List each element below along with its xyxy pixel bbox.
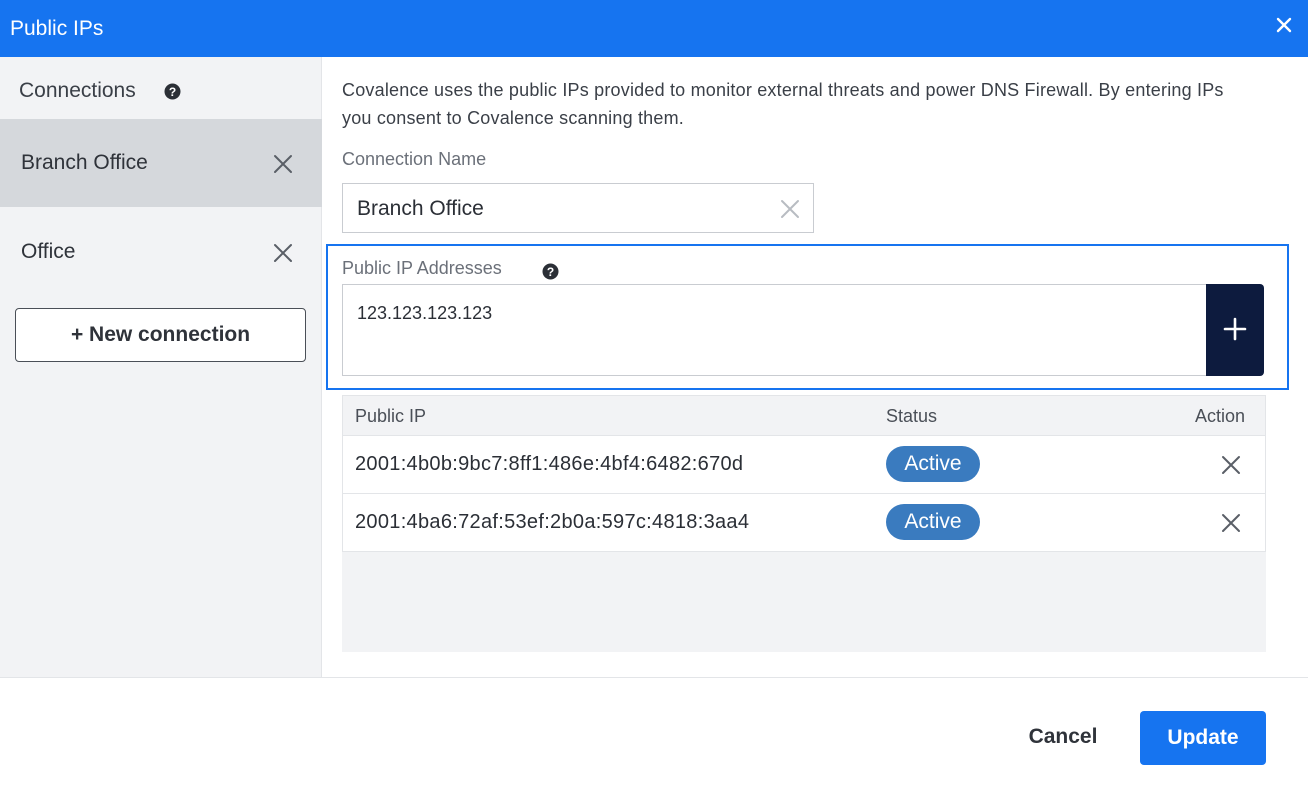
sidebar-item-label: Office — [21, 240, 76, 263]
sidebar-item-branch-office[interactable]: Branch Office — [0, 119, 322, 207]
clear-icon[interactable] — [779, 198, 801, 220]
help-circle-icon[interactable]: ? — [542, 263, 559, 280]
public-ip-label: Public IP Addresses — [342, 258, 502, 278]
svg-text:?: ? — [169, 85, 176, 99]
description-text: Covalence uses the public IPs provided t… — [342, 80, 1224, 128]
column-header-public-ip: Public IP — [355, 406, 427, 426]
cancel-button[interactable]: Cancel — [1010, 711, 1116, 763]
delete-ip-icon[interactable] — [1220, 512, 1242, 534]
dialog-titlebar: Public IPs — [0, 0, 1308, 57]
table-header: Public IP Status Action — [342, 395, 1266, 436]
connections-sidebar: Connections ? Branch Office Office + New… — [0, 57, 322, 677]
public-ips-dialog: Public IPs Connections ? Branch Office O… — [0, 0, 1308, 796]
public-ip-input-value: 123.123.123.123 — [357, 303, 493, 323]
close-icon[interactable] — [1274, 15, 1294, 35]
add-ip-button[interactable] — [1206, 284, 1264, 376]
ip-address: 2001:4b0b:9bc7:8ff1:486e:4bf4:6482:670d — [355, 453, 744, 475]
ip-address: 2001:4ba6:72af:53ef:2b0a:597c:4818:3aa4 — [355, 511, 750, 533]
table-row: 2001:4b0b:9bc7:8ff1:486e:4bf4:6482:670d … — [342, 436, 1266, 494]
connection-name-value: Branch Office — [357, 197, 484, 220]
dialog-title: Public IPs — [10, 17, 104, 40]
column-header-status: Status — [886, 406, 938, 426]
new-connection-button[interactable]: + New connection — [15, 308, 306, 362]
connection-details: Covalence uses the public IPs provided t… — [323, 57, 1308, 677]
update-button[interactable]: Update — [1140, 711, 1266, 765]
remove-connection-icon[interactable] — [272, 153, 294, 175]
plus-icon — [1223, 317, 1247, 341]
remove-connection-icon[interactable] — [272, 242, 294, 264]
status-badge: Active — [886, 504, 980, 540]
table-row: 2001:4ba6:72af:53ef:2b0a:597c:4818:3aa4 … — [342, 494, 1266, 552]
dialog-footer: Cancel Update — [0, 677, 1308, 796]
public-ip-section: Public IP Addresses ? 123.123.123.123 — [326, 244, 1289, 390]
connection-name-input[interactable]: Branch Office — [342, 183, 814, 233]
sidebar-item-office[interactable]: Office — [0, 208, 322, 296]
svg-text:?: ? — [547, 265, 554, 279]
delete-ip-icon[interactable] — [1220, 454, 1242, 476]
public-ip-table: Public IP Status Action 2001:4b0b:9bc7:8… — [342, 395, 1266, 652]
sidebar-item-label: Branch Office — [21, 151, 148, 174]
public-ip-input[interactable]: 123.123.123.123 — [342, 284, 1207, 376]
column-header-action: Action — [1195, 406, 1246, 426]
status-badge: Active — [886, 446, 980, 482]
connection-name-label: Connection Name — [342, 149, 487, 169]
connections-heading: Connections — [19, 79, 136, 102]
help-circle-icon[interactable]: ? — [164, 83, 181, 100]
